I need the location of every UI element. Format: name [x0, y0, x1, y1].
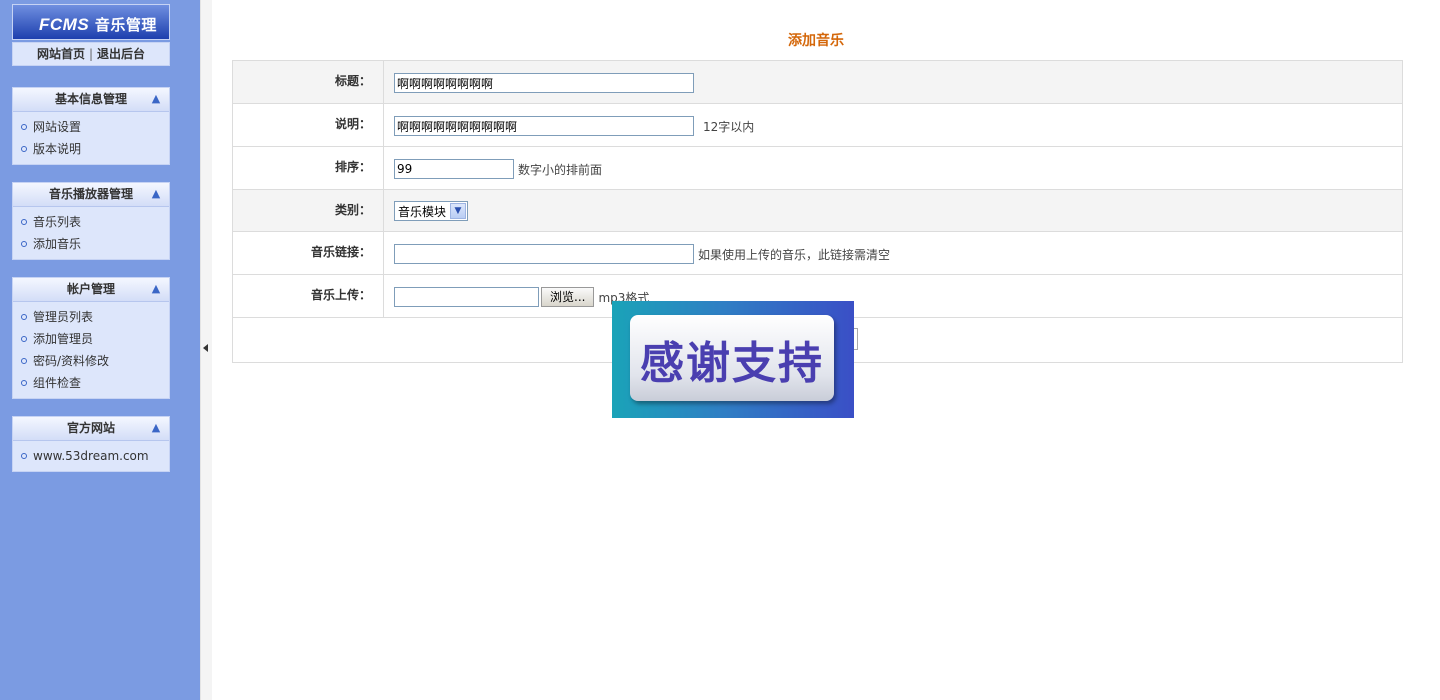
form-row-category: 类别： 音乐模块 ▼	[233, 190, 1402, 232]
thanks-overlay-banner[interactable]: 感谢支持	[612, 301, 854, 418]
bullet-icon	[21, 357, 27, 364]
panel-title: 帐户管理	[66, 282, 115, 296]
sidebar-item-password[interactable]: 密码/资料修改	[13, 350, 169, 372]
bullet-icon	[21, 335, 27, 342]
sidebar: FCMS 音乐管理 网站首页 | 退出后台 基本信息管理 ▲ 网站设置 版本说明 音乐…	[0, 0, 200, 700]
panel-music-player: 音乐播放器管理 ▲ 音乐列表 添加音乐	[12, 182, 170, 260]
upload-file-input[interactable]	[394, 287, 539, 307]
bullet-icon	[21, 123, 27, 130]
link-separator: |	[88, 47, 94, 61]
thanks-text: 感谢支持	[640, 338, 824, 389]
category-select[interactable]: 音乐模块 ▼	[394, 201, 469, 221]
desc-hint: 12字以内	[703, 119, 755, 134]
collapse-arrow-icon[interactable]	[203, 344, 208, 352]
sidebar-item-add-admin[interactable]: 添加管理员	[13, 328, 169, 350]
up-arrow-icon[interactable]: ▲	[151, 283, 161, 294]
sidebar-item-label: 密码/资料修改	[33, 354, 110, 368]
panel-title: 音乐播放器管理	[48, 187, 133, 201]
sidebar-item-label: www.53dream.com	[33, 449, 149, 463]
home-link[interactable]: 网站首页	[37, 47, 85, 61]
bullet-icon	[21, 452, 27, 459]
logout-link[interactable]: 退出后台	[97, 47, 145, 61]
up-arrow-icon[interactable]: ▲	[151, 93, 161, 104]
category-selected-value: 音乐模块	[398, 204, 447, 219]
upload-label: 音乐上传：	[233, 275, 384, 317]
sidebar-item-label: 添加管理员	[33, 332, 94, 346]
chevron-down-icon[interactable]: ▼	[450, 203, 467, 219]
sidebar-item-music-list[interactable]: 音乐列表	[13, 211, 169, 233]
sidebar-item-site-settings[interactable]: 网站设置	[13, 116, 169, 138]
panel-title: 官方网站	[66, 421, 115, 435]
form-row-desc: 说明： 12字以内	[233, 104, 1402, 147]
form-row-link: 音乐链接： 如果使用上传的音乐，此链接需清空	[233, 232, 1402, 275]
desc-label: 说明：	[233, 104, 384, 146]
page-title: 添加音乐	[788, 33, 844, 49]
panel-header[interactable]: 官方网站 ▲	[13, 417, 169, 441]
order-label: 排序：	[233, 147, 384, 189]
panel-title: 基本信息管理	[54, 92, 127, 106]
bullet-icon	[21, 240, 27, 247]
form-row-title: 标题：	[233, 61, 1402, 104]
sidebar-item-component-check[interactable]: 组件检查	[13, 372, 169, 394]
sidebar-item-label: 管理员列表	[33, 310, 94, 324]
thanks-plate: 感谢支持	[630, 315, 834, 401]
music-link-input[interactable]	[394, 244, 694, 264]
sidebar-item-label: 组件检查	[33, 376, 82, 390]
up-arrow-icon[interactable]: ▲	[151, 188, 161, 199]
sidebar-item-admin-list[interactable]: 管理员列表	[13, 306, 169, 328]
panel-header[interactable]: 音乐播放器管理 ▲	[13, 183, 169, 207]
title-input[interactable]	[394, 73, 694, 93]
logo-brand: FCMS	[39, 15, 90, 34]
sidebar-item-label: 添加音乐	[33, 237, 82, 251]
link-hint: 如果使用上传的音乐，此链接需清空	[698, 247, 891, 262]
sidebar-item-official-url[interactable]: www.53dream.com	[13, 445, 169, 467]
panel-basic-info: 基本信息管理 ▲ 网站设置 版本说明	[12, 87, 170, 165]
sidebar-item-label: 网站设置	[33, 120, 82, 134]
sidebar-item-add-music[interactable]: 添加音乐	[13, 233, 169, 255]
form-row-order: 排序： 数字小的排前面	[233, 147, 1402, 190]
bullet-icon	[21, 379, 27, 386]
title-label: 标题：	[233, 61, 384, 103]
logo: FCMS 音乐管理	[12, 4, 170, 40]
order-input[interactable]	[394, 159, 514, 179]
up-arrow-icon[interactable]: ▲	[151, 422, 161, 433]
desc-input[interactable]	[394, 116, 694, 136]
browse-button[interactable]: 浏览...	[541, 287, 595, 307]
sidebar-item-label: 版本说明	[33, 142, 82, 156]
logo-suffix: 音乐管理	[94, 16, 157, 34]
top-links: 网站首页 | 退出后台	[12, 42, 170, 66]
panel-header[interactable]: 基本信息管理 ▲	[13, 88, 169, 112]
sidebar-item-label: 音乐列表	[33, 215, 82, 229]
bullet-icon	[21, 218, 27, 225]
sidebar-item-version[interactable]: 版本说明	[13, 138, 169, 160]
category-label: 类别：	[233, 190, 384, 231]
order-hint: 数字小的排前面	[518, 162, 603, 177]
panel-official-site: 官方网站 ▲ www.53dream.com	[12, 416, 170, 472]
sidebar-splitter[interactable]	[200, 0, 212, 700]
link-label: 音乐链接：	[233, 232, 384, 274]
panel-account: 帐户管理 ▲ 管理员列表 添加管理员 密码/资料修改 组件检查	[12, 277, 170, 399]
bullet-icon	[21, 313, 27, 320]
bullet-icon	[21, 145, 27, 152]
panel-header[interactable]: 帐户管理 ▲	[13, 278, 169, 302]
